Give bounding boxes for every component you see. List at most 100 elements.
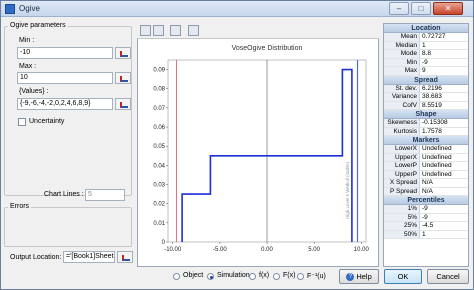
stat-row: Skewness -0.15308 bbox=[384, 119, 468, 128]
edit-chart-icon[interactable] bbox=[170, 25, 181, 36]
stat-row: Min -9 bbox=[384, 58, 468, 67]
uncertainty-checkbox[interactable] bbox=[18, 118, 26, 126]
stat-value: Undefined bbox=[422, 153, 452, 161]
parameters-group-label: Ogive parameters bbox=[8, 22, 68, 29]
output-reference-button[interactable] bbox=[117, 251, 133, 263]
chart-lines-input[interactable]: 5 bbox=[85, 189, 125, 201]
object-radio-label: Object bbox=[183, 272, 204, 279]
ogive-parameters-group: Ogive parameters Min : -10 Max : 10 {Val… bbox=[4, 22, 132, 196]
stat-value: 0.72727 bbox=[422, 33, 446, 40]
help-button-label: Help bbox=[356, 272, 372, 281]
y-tick-label: 0.07 bbox=[153, 106, 165, 112]
y-tick-label: 0.06 bbox=[153, 125, 165, 131]
zoom-icon[interactable] bbox=[188, 25, 199, 36]
stat-row: St. dev. 6.2196 bbox=[384, 84, 468, 93]
output-location-input[interactable]: ='[Book1]Sheet1'! bbox=[63, 251, 115, 263]
shape-section-header: Shape bbox=[384, 110, 468, 119]
bottom-bar: Object Simulation f(x) F(x) F⁻¹(u) ? Hel… bbox=[1, 267, 473, 289]
x-tick-label: -10.00 bbox=[164, 247, 182, 253]
stat-name: Kurtosis bbox=[384, 127, 420, 135]
stat-row: 5% -9 bbox=[384, 213, 468, 222]
chart-panel: VoseOgive Distribution High Level 5 Weibu… bbox=[137, 23, 379, 267]
close-button[interactable]: ✕ bbox=[433, 2, 463, 15]
errors-label: Errors bbox=[8, 203, 32, 210]
stat-value: Undefined bbox=[422, 145, 452, 152]
stat-row: 25% -4.5 bbox=[384, 222, 468, 231]
stat-value: 1.7578 bbox=[422, 127, 442, 135]
stat-value: Undefined bbox=[422, 170, 452, 178]
stat-row: 50% 1 bbox=[384, 230, 468, 239]
statistics-panel: Location Mean 0.72727 Median 1 Mode 8.8 Min -9 Ma… bbox=[383, 23, 469, 267]
y-tick-label: 0.01 bbox=[153, 221, 165, 227]
chart-title: VoseOgive Distribution bbox=[232, 45, 303, 52]
stat-name: Max bbox=[384, 67, 420, 75]
x-tick-label: 5.00 bbox=[308, 247, 320, 253]
y-tick-label: 0.02 bbox=[153, 202, 165, 208]
stat-name: 1% bbox=[384, 205, 420, 213]
stat-row: Variance 38.683 bbox=[384, 93, 468, 102]
pdf-radio[interactable] bbox=[249, 273, 256, 280]
inverse-cdf-radio[interactable] bbox=[297, 273, 304, 280]
max-input[interactable]: 10 bbox=[17, 72, 113, 84]
stat-row: UpperX Undefined bbox=[384, 153, 468, 162]
stat-row: Kurtosis 1.7578 bbox=[384, 127, 468, 136]
y-tick-label: 0.04 bbox=[153, 163, 165, 169]
max-reference-button[interactable] bbox=[115, 72, 131, 84]
stat-value: 6.2196 bbox=[422, 84, 442, 92]
stat-name: St. dev. bbox=[384, 84, 420, 92]
x-tick-label: 10.00 bbox=[354, 247, 370, 253]
maximize-button[interactable]: □ bbox=[411, 2, 431, 15]
print-icon[interactable] bbox=[153, 25, 164, 36]
stat-value: -0.15308 bbox=[422, 119, 448, 126]
stat-name: Mean bbox=[384, 33, 420, 41]
cdf-radio[interactable] bbox=[273, 273, 280, 280]
ogive-chart: VoseOgive Distribution High Level 5 Weibu… bbox=[153, 45, 370, 253]
values-reference-button[interactable] bbox=[115, 98, 131, 110]
stat-row: Median 1 bbox=[384, 41, 468, 50]
stat-name: P Spread bbox=[384, 187, 420, 195]
stat-name: Min bbox=[384, 58, 420, 66]
right-marker-label: High Level 5 Weibull (stable) bbox=[345, 161, 350, 219]
stat-row: Mode 8.8 bbox=[384, 50, 468, 59]
cancel-button[interactable]: Cancel bbox=[427, 269, 469, 284]
markers-section-header: Markers bbox=[384, 136, 468, 145]
errors-group: Errors bbox=[4, 203, 132, 247]
y-tick-label: 0.09 bbox=[153, 68, 165, 74]
stat-name: LowerP bbox=[384, 162, 420, 170]
spread-section-header: Spread bbox=[384, 75, 468, 85]
percentiles-section-header: Percentiles bbox=[384, 196, 468, 205]
stat-row: 1% -9 bbox=[384, 205, 468, 214]
stat-value: 1 bbox=[422, 230, 426, 238]
min-input[interactable]: -10 bbox=[17, 47, 113, 59]
inverse-cdf-radio-label: F⁻¹(u) bbox=[307, 273, 326, 280]
simulation-radio[interactable] bbox=[207, 273, 214, 280]
min-label: Min : bbox=[19, 37, 35, 44]
y-tick-label: 0.05 bbox=[153, 144, 165, 150]
min-reference-button[interactable] bbox=[115, 47, 131, 59]
stat-value: 38.683 bbox=[422, 93, 442, 100]
stat-name: LowerX bbox=[384, 145, 420, 153]
minimize-button[interactable]: – bbox=[389, 2, 409, 15]
title-bar: Ogive – □ ✕ bbox=[1, 1, 473, 17]
stat-name: UpperX bbox=[384, 153, 420, 161]
copy-icon[interactable] bbox=[140, 25, 151, 36]
stat-name: 50% bbox=[384, 230, 420, 238]
stat-row: X Spread N/A bbox=[384, 179, 468, 188]
app-icon bbox=[5, 4, 15, 14]
help-button[interactable]: ? Help bbox=[339, 269, 379, 284]
stat-value: N/A bbox=[422, 187, 433, 195]
values-input[interactable]: {-9,-6,-4,-2,0,2,4,6,8,9} bbox=[17, 98, 113, 110]
stat-value: -9 bbox=[422, 213, 428, 221]
stat-name: Variance bbox=[384, 93, 420, 101]
location-section-header: Location bbox=[384, 24, 468, 33]
max-label: Max : bbox=[19, 63, 37, 70]
values-label: {Values} : bbox=[19, 88, 49, 95]
y-tick-label: 0 bbox=[162, 240, 166, 246]
stat-row: Mean 0.72727 bbox=[384, 33, 468, 42]
stat-name: Median bbox=[384, 41, 420, 49]
help-icon: ? bbox=[346, 273, 355, 282]
stat-name: Skewness bbox=[384, 119, 420, 127]
object-radio[interactable] bbox=[173, 273, 180, 280]
chart-toolbar bbox=[137, 23, 379, 39]
ok-button[interactable]: OK bbox=[384, 269, 422, 284]
